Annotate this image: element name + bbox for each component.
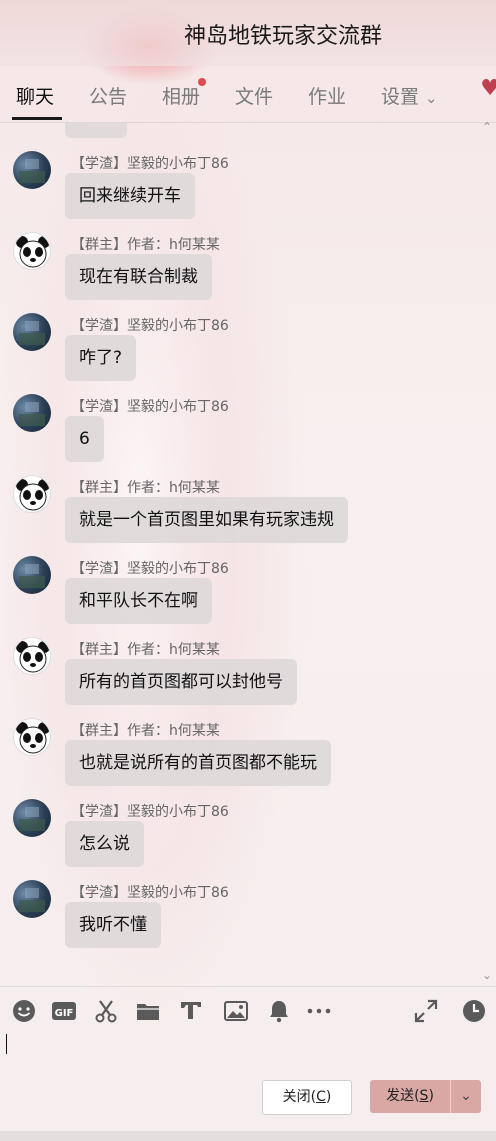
- heart-icon[interactable]: ♥: [480, 76, 496, 101]
- tab-settings-label: 设置: [381, 86, 420, 108]
- message-bubble: 也就是说所有的首页图都不能玩: [65, 740, 331, 786]
- tab-album[interactable]: 相册: [162, 82, 200, 109]
- message-item: 【学渣】坚毅的小布丁86 怎么说: [0, 799, 496, 880]
- tab-album-label: 相册: [162, 86, 201, 108]
- tab-files[interactable]: 文件: [235, 82, 273, 109]
- message-bubble: 6: [65, 416, 104, 462]
- album-badge-dot: [198, 78, 206, 86]
- folder-icon[interactable]: [135, 998, 161, 1024]
- sender-name: 【学渣】坚毅的小布丁86: [71, 399, 229, 415]
- student-avatar[interactable]: [13, 151, 51, 189]
- student-avatar[interactable]: [13, 556, 51, 594]
- scroll-up-icon[interactable]: ⌃: [482, 120, 492, 134]
- message-item: 【群主】作者：h何某某 也就是说所有的首页图都不能玩: [0, 718, 496, 799]
- gif-icon[interactable]: GIF: [51, 998, 77, 1024]
- send-button-label: 发送(: [386, 1088, 420, 1104]
- close-button-label: 关闭(: [282, 1089, 317, 1105]
- message-item: 【群主】作者：h何某某 现在有联合制裁: [0, 232, 496, 313]
- message-item: 【群主】作者：h何某某 就是一个首页图里如果有玩家违规: [0, 475, 496, 556]
- message-item: 【学渣】坚毅的小布丁86 6: [0, 394, 496, 475]
- student-avatar[interactable]: [13, 799, 51, 837]
- panda-avatar[interactable]: [13, 232, 51, 270]
- sender-name: 【群主】作者：h何某某: [71, 642, 220, 658]
- tab-homework[interactable]: 作业: [308, 82, 346, 109]
- message-item: 【学渣】坚毅的小布丁86 咋了?: [0, 313, 496, 394]
- send-button[interactable]: 发送(S): [370, 1080, 450, 1113]
- message-bubble: 回来继续开车: [65, 173, 195, 219]
- panda-avatar[interactable]: [13, 637, 51, 675]
- tab-settings[interactable]: 设置 ⌄: [381, 82, 438, 109]
- sender-name: 【群主】作者：h何某某: [71, 723, 220, 739]
- panda-avatar[interactable]: [13, 475, 51, 513]
- scissors-icon[interactable]: [93, 998, 119, 1024]
- message-bubble: 咋了?: [65, 335, 137, 381]
- message-bubble: 怎么说: [65, 821, 144, 867]
- message-item: 【学渣】坚毅的小布丁86 回来继续开车: [0, 151, 496, 232]
- sender-name: 【学渣】坚毅的小布丁86: [71, 561, 229, 577]
- bell-icon[interactable]: [266, 998, 292, 1024]
- panda-avatar[interactable]: [13, 718, 51, 756]
- close-button[interactable]: 关闭(C): [262, 1080, 352, 1115]
- image-icon[interactable]: [223, 998, 249, 1024]
- sender-name: 【学渣】坚毅的小布丁86: [71, 156, 229, 172]
- message-item: 【学渣】坚毅的小布丁86 我听不懂: [0, 880, 496, 961]
- message-item: 【群主】作者：h何某某 所有的首页图都可以封他号: [0, 637, 496, 718]
- font-icon[interactable]: [178, 998, 204, 1024]
- title-bar: 神岛地铁玩家交流群: [0, 0, 496, 66]
- text-caret: [6, 1034, 7, 1054]
- close-button-tail: ): [325, 1089, 332, 1105]
- chevron-down-icon: ⌄: [425, 89, 438, 107]
- sender-name: 【学渣】坚毅的小布丁86: [71, 885, 229, 901]
- message-input[interactable]: [0, 1030, 496, 1070]
- message-bubble: 和平队长不在啊: [65, 578, 212, 624]
- scroll-down-icon[interactable]: ⌄: [482, 968, 492, 982]
- emoji-icon[interactable]: [11, 998, 37, 1024]
- message-bubble: 所有的首页图都可以封他号: [65, 659, 297, 705]
- message-bubble-partial: [65, 122, 127, 138]
- input-toolbar: GIF: [0, 988, 496, 1034]
- expand-icon[interactable]: [413, 998, 439, 1024]
- sender-name: 【群主】作者：h何某某: [71, 237, 220, 253]
- student-avatar[interactable]: [13, 313, 51, 351]
- tab-announcement[interactable]: 公告: [89, 82, 127, 109]
- message-item: 【学渣】坚毅的小布丁86 和平队长不在啊: [0, 556, 496, 637]
- sender-name: 【学渣】坚毅的小布丁86: [71, 804, 229, 820]
- sender-name: 【群主】作者：h何某某: [71, 480, 220, 496]
- message-bubble: 就是一个首页图里如果有玩家违规: [65, 497, 348, 543]
- history-icon[interactable]: [461, 998, 487, 1024]
- student-avatar[interactable]: [13, 880, 51, 918]
- tab-bar: 聊天 公告 相册 文件 作业 设置 ⌄: [0, 66, 496, 122]
- send-options-dropdown[interactable]: ⌄: [450, 1080, 481, 1113]
- active-tab-indicator: [12, 117, 62, 120]
- tab-chat[interactable]: 聊天: [16, 82, 54, 109]
- message-bubble: 我听不懂: [65, 902, 161, 948]
- sender-name: 【学渣】坚毅的小布丁86: [71, 318, 229, 334]
- window-title: 神岛地铁玩家交流群: [183, 24, 382, 49]
- chevron-down-icon: ⌄: [460, 1088, 472, 1104]
- input-divider: [0, 986, 496, 987]
- window-bottom-edge: [0, 1131, 496, 1141]
- send-button-tail: ): [428, 1088, 434, 1104]
- message-bubble: 现在有联合制裁: [65, 254, 212, 300]
- more-icon[interactable]: [306, 998, 332, 1024]
- svg-text:GIF: GIF: [55, 1008, 74, 1019]
- student-avatar[interactable]: [13, 394, 51, 432]
- close-button-hotkey: C: [316, 1089, 326, 1105]
